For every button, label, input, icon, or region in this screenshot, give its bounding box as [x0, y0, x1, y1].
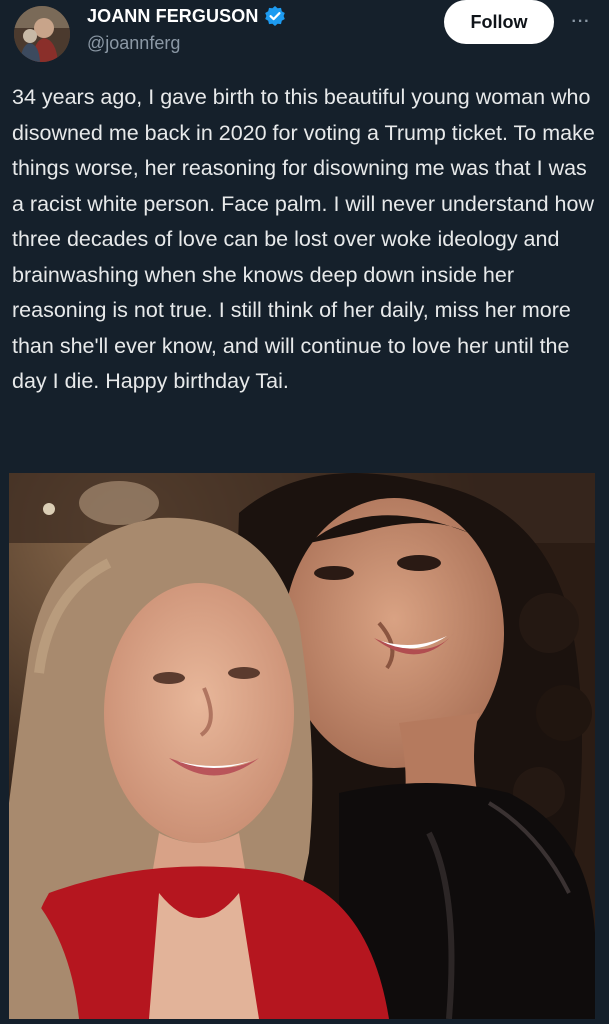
post-media-photo[interactable]: [9, 473, 595, 1019]
post-text: 34 years ago, I gave birth to this beaut…: [12, 85, 595, 393]
avatar-photo-icon: [14, 6, 70, 62]
follow-button[interactable]: Follow: [444, 0, 554, 44]
verified-badge-icon: [264, 5, 286, 27]
post-header: JOANN FERGUSON @joannferg Follow ···: [0, 0, 609, 70]
author-display-name[interactable]: JOANN FERGUSON: [87, 6, 258, 27]
author-name-row: JOANN FERGUSON: [87, 5, 286, 27]
author-handle[interactable]: @joannferg: [87, 33, 180, 54]
photo-two-women-selfie-icon: [9, 473, 595, 1019]
more-options-icon[interactable]: ···: [566, 10, 596, 34]
author-avatar[interactable]: [14, 6, 70, 62]
